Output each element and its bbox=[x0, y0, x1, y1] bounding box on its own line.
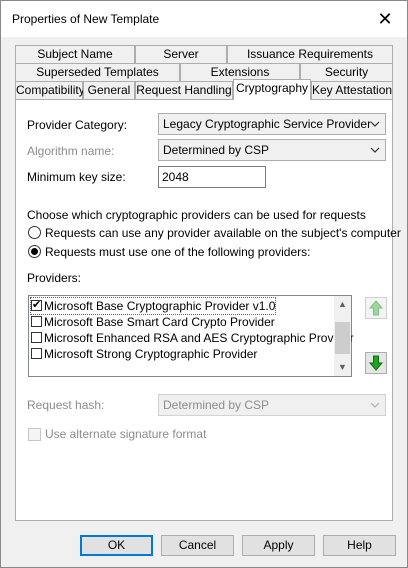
alt-signature-checkbox[interactable] bbox=[28, 428, 41, 441]
min-key-size-label: Minimum key size: bbox=[27, 170, 126, 184]
min-key-size-input[interactable]: 2048 bbox=[158, 166, 266, 188]
providers-list[interactable]: Microsoft Base Cryptographic Provider v1… bbox=[28, 295, 354, 377]
window-title: Properties of New Template bbox=[12, 12, 160, 26]
scroll-thumb[interactable] bbox=[335, 322, 350, 354]
provider-checkbox[interactable] bbox=[31, 316, 42, 328]
algorithm-name-label: Algorithm name: bbox=[27, 144, 115, 158]
provider-category-value: Legacy Cryptographic Service Provider bbox=[163, 117, 372, 131]
properties-dialog: Properties of New Template ✕ Subject Nam… bbox=[0, 0, 408, 568]
tab-cryptography[interactable]: Cryptography bbox=[233, 79, 311, 100]
radio-must-use-provider-label[interactable]: Requests must use one of the following p… bbox=[45, 245, 310, 259]
tab-security[interactable]: Security bbox=[300, 63, 393, 82]
algorithm-name-dropdown[interactable]: Determined by CSP bbox=[158, 139, 386, 161]
scroll-down-icon[interactable]: ▼ bbox=[334, 359, 351, 376]
providers-scrollbar[interactable]: ▲ ▼ bbox=[334, 296, 351, 376]
providers-label: Providers: bbox=[27, 271, 82, 285]
tab-server[interactable]: Server bbox=[135, 45, 227, 64]
radio-must-use-provider[interactable] bbox=[28, 245, 41, 258]
tab-general[interactable]: General bbox=[83, 81, 135, 100]
provider-checkbox[interactable] bbox=[31, 332, 42, 344]
tab-superseded-templates[interactable]: Superseded Templates bbox=[15, 63, 180, 82]
tab-request-handling[interactable]: Request Handling bbox=[135, 81, 233, 100]
provider-checkbox[interactable] bbox=[31, 297, 42, 313]
chevron-down-icon bbox=[370, 402, 380, 408]
radio-any-provider[interactable] bbox=[28, 226, 41, 239]
tab-subject-name[interactable]: Subject Name bbox=[15, 45, 135, 64]
chevron-down-icon bbox=[370, 147, 380, 153]
cryptography-panel: Provider Category: Legacy Cryptographic … bbox=[15, 99, 401, 521]
algorithm-name-value: Determined by CSP bbox=[163, 143, 270, 157]
arrow-up-icon bbox=[368, 300, 384, 316]
tab-issuance-requirements[interactable]: Issuance Requirements bbox=[227, 45, 393, 64]
provider-checkbox[interactable] bbox=[31, 348, 42, 360]
provider-label: Microsoft Base Smart Card Crypto Provide… bbox=[44, 315, 275, 329]
title-bar: Properties of New Template ✕ bbox=[1, 1, 407, 37]
choose-providers-text: Choose which cryptographic providers can… bbox=[27, 208, 366, 222]
ok-button[interactable]: OK bbox=[80, 535, 153, 556]
tab-key-attestation[interactable]: Key Attestation bbox=[311, 81, 393, 100]
request-hash-value: Determined by CSP bbox=[163, 398, 270, 412]
apply-button[interactable]: Apply bbox=[242, 535, 315, 556]
cancel-button[interactable]: Cancel bbox=[161, 535, 234, 556]
request-hash-label: Request hash: bbox=[27, 398, 105, 412]
request-hash-dropdown[interactable]: Determined by CSP bbox=[158, 394, 386, 416]
radio-any-provider-label[interactable]: Requests can use any provider available … bbox=[45, 226, 401, 240]
list-item[interactable]: Microsoft Enhanced RSA and AES Cryptogra… bbox=[31, 330, 354, 346]
arrow-down-icon bbox=[368, 355, 384, 371]
alt-signature-label[interactable]: Use alternate signature format bbox=[45, 427, 206, 441]
list-item[interactable]: Microsoft Strong Cryptographic Provider bbox=[31, 346, 257, 362]
provider-label: Microsoft Strong Cryptographic Provider bbox=[44, 347, 258, 361]
provider-category-dropdown[interactable]: Legacy Cryptographic Service Provider bbox=[158, 113, 386, 135]
move-up-button[interactable] bbox=[365, 297, 387, 319]
move-down-button[interactable] bbox=[365, 352, 387, 374]
tab-compatibility[interactable]: Compatibility bbox=[15, 81, 85, 100]
provider-category-label: Provider Category: bbox=[27, 118, 128, 132]
provider-label: Microsoft Enhanced RSA and AES Cryptogra… bbox=[44, 331, 354, 345]
scroll-up-icon[interactable]: ▲ bbox=[334, 296, 351, 313]
list-item[interactable]: Microsoft Base Cryptographic Provider v1… bbox=[29, 297, 277, 315]
list-item[interactable]: Microsoft Base Smart Card Crypto Provide… bbox=[31, 314, 275, 330]
help-button[interactable]: Help bbox=[323, 535, 396, 556]
provider-label: Microsoft Base Cryptographic Provider v1… bbox=[44, 299, 276, 313]
chevron-down-icon bbox=[370, 121, 380, 127]
close-icon[interactable]: ✕ bbox=[369, 5, 401, 33]
